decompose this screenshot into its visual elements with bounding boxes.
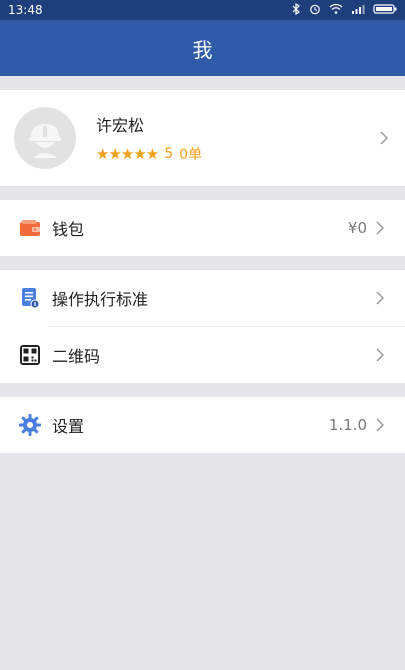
menu-group: 操作执行标准 二维码 — [0, 270, 405, 383]
qrcode-row[interactable]: 二维码 — [0, 327, 405, 383]
chevron-right-icon — [373, 418, 387, 432]
battery-icon — [373, 3, 397, 18]
spacer — [0, 186, 405, 200]
chevron-right-icon — [377, 131, 391, 145]
rating-value: 5 — [164, 146, 174, 162]
order-count: 0单 — [179, 147, 203, 163]
spacer — [0, 383, 405, 397]
spacer — [0, 256, 405, 270]
qrcode-icon — [18, 343, 42, 367]
operation-standard-label: 操作执行标准 — [52, 290, 149, 309]
status-icons — [291, 2, 397, 18]
wallet-label: 钱包 — [52, 220, 85, 239]
rating-row: ★★★★★ 5 0单 — [96, 144, 377, 164]
wallet-icon — [18, 216, 42, 240]
chevron-right-icon — [373, 221, 387, 235]
alarm-icon — [309, 3, 321, 18]
top-nav: 我 — [0, 20, 405, 76]
chevron-right-icon — [373, 291, 387, 305]
wifi-icon — [329, 3, 343, 18]
wallet-row[interactable]: 钱包 ¥0 — [0, 200, 405, 256]
rating-stars: ★★★★★ — [96, 145, 159, 163]
profile-card[interactable]: 许宏松 ★★★★★ 5 0单 — [0, 90, 405, 186]
signal-icon — [351, 3, 365, 18]
status-bar: 13:48 — [0, 0, 405, 20]
settings-row[interactable]: 设置 1.1.0 — [0, 397, 405, 453]
gear-icon — [18, 413, 42, 437]
operation-standard-row[interactable]: 操作执行标准 — [0, 270, 405, 326]
bluetooth-icon — [291, 2, 301, 18]
settings-label: 设置 — [52, 417, 85, 436]
wallet-balance: ¥0 — [347, 219, 367, 237]
app-version: 1.1.0 — [328, 416, 367, 434]
status-time: 13:48 — [8, 3, 43, 17]
page-title: 我 — [192, 37, 213, 62]
chevron-right-icon — [373, 348, 387, 362]
document-icon — [18, 286, 42, 310]
qrcode-label: 二维码 — [52, 347, 101, 366]
worker-avatar-icon — [21, 114, 69, 162]
spacer — [0, 76, 405, 90]
avatar — [14, 107, 76, 169]
user-name: 许宏松 — [96, 116, 145, 135]
